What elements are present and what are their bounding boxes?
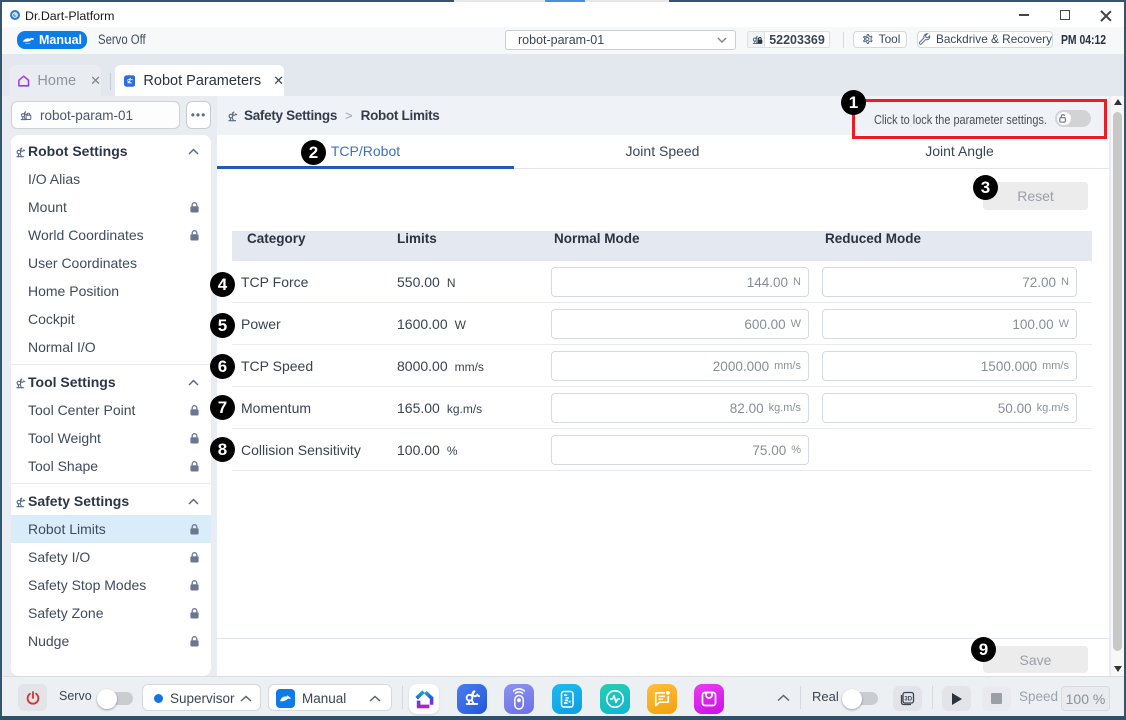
svg-text:3D: 3D: [904, 697, 912, 703]
